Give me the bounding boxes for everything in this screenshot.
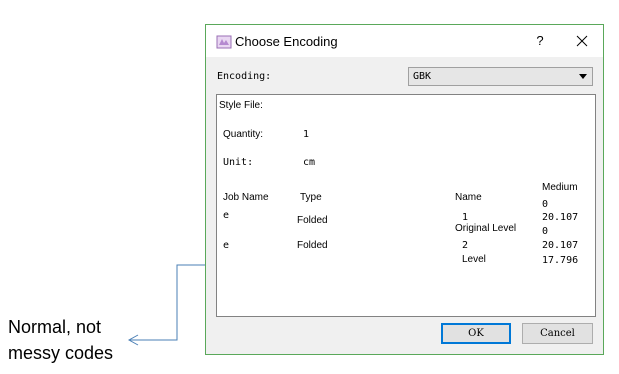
encoding-select[interactable]: GBK [408,67,593,86]
dialog-title: Choose Encoding [235,34,338,49]
row-name-index: 2 [462,240,469,251]
row-name-extra: Original Level [455,223,517,234]
row-medium-value: 0 [542,226,549,237]
row-type: Folded [297,215,328,226]
quantity-label: Quantity: [223,129,264,140]
quantity-value: 1 [303,129,310,140]
row-name-index: 1 [462,212,469,223]
ok-button[interactable]: OK [441,323,511,344]
title-bar: Choose Encoding ? [206,25,603,57]
help-button[interactable]: ? [531,32,549,50]
unit-label: Unit: [223,157,254,168]
close-icon[interactable] [572,31,592,51]
row-name-extra: Level [462,254,486,265]
column-header-job-name: Job Name [223,192,269,203]
row-job-name: e [223,210,230,221]
row-medium-value: 20.107 [542,212,579,223]
annotation-line-2: messy codes [8,343,114,363]
encoding-label: Encoding: [217,71,272,82]
choose-encoding-app-icon [216,35,232,49]
column-header-medium: Medium [542,182,578,193]
preview-panel: Style File: Quantity: 1 Unit: cm Job Nam… [216,94,596,317]
style-file-label: Style File: [219,100,263,111]
column-header-name: Name [455,192,482,203]
cancel-button[interactable]: Cancel [522,323,593,344]
row-medium-value: 17.796 [542,255,579,266]
choose-encoding-dialog: Choose Encoding ? Encoding: GBK Style Fi… [205,24,604,355]
row-type: Folded [297,240,328,251]
annotation-line-1: Normal, not [8,317,102,337]
medium-first-value: 0 [542,199,549,210]
row-job-name: e [223,240,230,251]
column-header-type: Type [300,192,322,203]
encoding-selected-value: GBK [413,71,432,82]
unit-value: cm [303,157,316,168]
chevron-down-icon[interactable] [579,74,587,79]
annotation-text: Normal, not messy codes [8,314,113,366]
row-medium-value: 20.107 [542,240,579,251]
